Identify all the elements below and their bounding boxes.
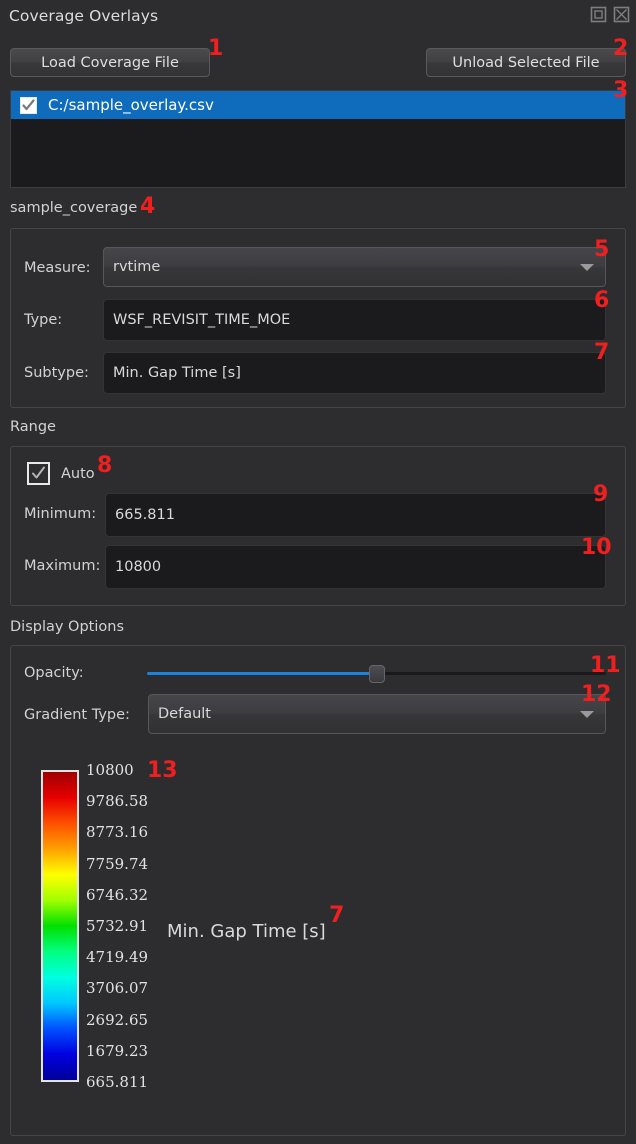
subtype-field[interactable]: Min. Gap Time [s] — [103, 352, 606, 394]
auto-range-checkbox[interactable] — [27, 462, 50, 485]
annotation-marker: 11 — [590, 653, 621, 678]
window-titlebar: Coverage Overlays — [0, 0, 636, 34]
legend-title: Min. Gap Time [s] — [167, 921, 326, 942]
annotation-marker: 12 — [581, 682, 612, 707]
annotation-marker: 6 — [594, 288, 610, 313]
color-scale-bar — [41, 770, 79, 1082]
range-group-title: Range — [10, 419, 56, 435]
close-icon[interactable] — [613, 6, 630, 23]
color-scale-gradient — [43, 772, 77, 1080]
annotation-marker: 1 — [208, 36, 224, 61]
maximum-field[interactable]: 10800 — [105, 545, 606, 589]
color-scale-tick: 665.811 — [86, 1073, 149, 1091]
annotation-marker: 8 — [97, 453, 113, 478]
annotation-marker: 5 — [594, 237, 610, 262]
annotation-marker: 4 — [140, 194, 156, 219]
color-scale-tick: 3706.07 — [86, 979, 149, 998]
color-scale-tick: 10800 — [86, 761, 134, 779]
file-path-label: C:/sample_overlay.csv — [48, 96, 214, 114]
annotation-marker: 7 — [329, 903, 345, 928]
list-item[interactable]: C:/sample_overlay.csv — [11, 91, 625, 119]
titlebar-button-group — [590, 6, 630, 23]
opacity-label: Opacity: — [24, 665, 84, 681]
unload-selected-file-button[interactable]: Unload Selected File — [426, 48, 626, 77]
chevron-down-icon — [580, 711, 594, 718]
coverage-file-list[interactable]: C:/sample_overlay.csv — [10, 90, 626, 188]
annotation-marker: 9 — [593, 482, 609, 507]
gradient-type-value: Default — [158, 706, 211, 722]
annotation-marker: 10 — [581, 535, 612, 560]
gradient-type-dropdown[interactable]: Default — [148, 694, 606, 734]
coverage-group-title: sample_coverage — [10, 200, 138, 216]
maximum-label: Maximum: — [24, 558, 101, 574]
opacity-slider[interactable] — [147, 665, 606, 683]
opacity-slider-fill — [147, 672, 377, 675]
minimum-label: Minimum: — [24, 506, 97, 522]
measure-value: rvtime — [113, 259, 161, 275]
color-scale-tick: 6746.32 — [86, 885, 149, 904]
color-scale-tick: 8773.16 — [86, 823, 149, 842]
type-field[interactable]: WSF_REVISIT_TIME_MOE — [103, 299, 606, 341]
chevron-down-icon — [580, 264, 594, 271]
minimum-field[interactable]: 665.811 — [105, 493, 606, 537]
auto-range-label: Auto — [61, 465, 95, 482]
measure-dropdown[interactable]: rvtime — [103, 247, 606, 287]
load-coverage-file-button[interactable]: Load Coverage File — [10, 48, 210, 77]
type-label: Type: — [24, 312, 63, 328]
annotation-marker: 13 — [147, 758, 178, 783]
color-scale-tick: 7759.74 — [86, 854, 149, 873]
display-options-group-title: Display Options — [10, 619, 125, 635]
annotation-marker: 7 — [594, 340, 610, 365]
color-scale-tick: 2692.65 — [86, 1010, 149, 1029]
color-scale-tick: 1679.23 — [86, 1041, 149, 1060]
opacity-slider-handle[interactable] — [368, 665, 385, 683]
gradient-type-label: Gradient Type: — [24, 707, 130, 723]
annotation-marker: 2 — [613, 36, 629, 61]
color-scale-tick: 4719.49 — [86, 948, 149, 967]
file-checkbox-checked[interactable] — [20, 96, 37, 114]
color-scale-tick: 5732.91 — [86, 917, 149, 935]
subtype-label: Subtype: — [24, 365, 89, 381]
measure-label: Measure: — [24, 260, 91, 276]
annotation-marker: 3 — [613, 78, 629, 103]
auto-range-checkbox-row[interactable]: Auto — [27, 462, 95, 485]
color-scale-tick: 9786.58 — [86, 792, 149, 811]
window-title: Coverage Overlays — [9, 7, 159, 25]
float-window-icon[interactable] — [590, 6, 607, 23]
